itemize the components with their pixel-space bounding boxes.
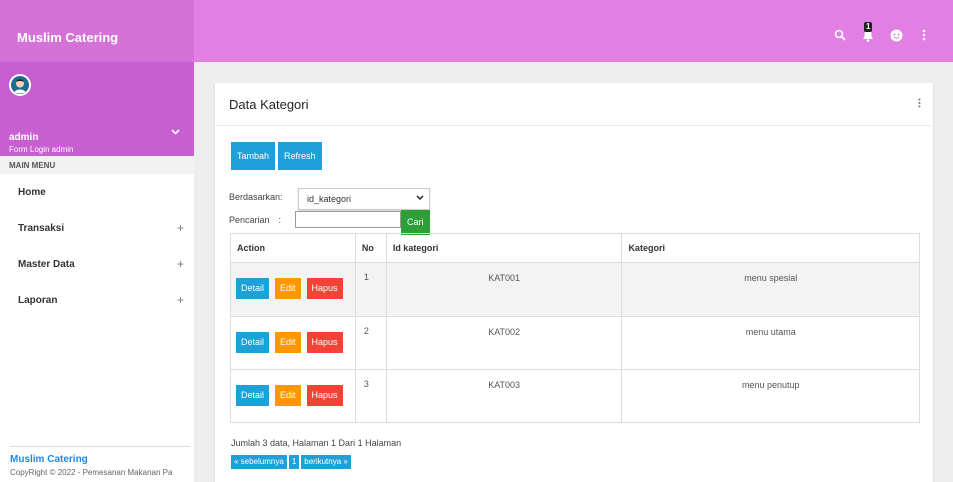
- sidebar-item-laporan[interactable]: Laporan +: [0, 282, 194, 318]
- card-header: Data Kategori: [215, 83, 933, 126]
- filter-field-select[interactable]: id_kategori: [298, 188, 430, 210]
- sidebar-item-master-data[interactable]: Master Data +: [0, 246, 194, 282]
- column-header: No: [354, 233, 387, 263]
- column-header: Action: [230, 233, 356, 263]
- row-id: KAT002: [385, 316, 623, 370]
- footer-copyright: CopyRight © 2022 - Pemesanan Makanan Pa: [10, 468, 173, 477]
- filter-selected-option: id_kategori: [307, 194, 352, 204]
- detail-button[interactable]: Detail: [236, 385, 270, 406]
- row-number: 2: [354, 316, 387, 370]
- detail-button[interactable]: Detail: [236, 278, 270, 299]
- user-panel: admin Form Login admin: [0, 62, 194, 156]
- user-role: Form Login admin: [9, 145, 74, 154]
- sidebar-item-label: Transaksi: [18, 222, 65, 234]
- table-row: Detail Edit Hapus 1 KAT001 menu spesial: [230, 262, 920, 317]
- row-id: KAT003: [385, 369, 623, 423]
- delete-button[interactable]: Hapus: [306, 332, 343, 353]
- search-icon[interactable]: [833, 28, 847, 42]
- toolbar: Tambah Refresh: [231, 142, 322, 170]
- search-input[interactable]: [295, 211, 401, 228]
- row-number: 1: [354, 262, 387, 317]
- table-header-row: Action No Id kategori Kategori: [230, 233, 920, 263]
- chevron-down-icon[interactable]: [171, 127, 180, 138]
- notification-badge: 1: [864, 22, 873, 32]
- bell-icon[interactable]: 1: [861, 22, 875, 42]
- sidebar-item-home[interactable]: Home: [0, 174, 194, 210]
- kategori-table: Action No Id kategori Kategori Detail Edi…: [230, 233, 920, 423]
- table-row: Detail Edit Hapus 2 KAT002 menu utama: [230, 316, 920, 370]
- plus-icon[interactable]: +: [177, 293, 184, 307]
- add-button[interactable]: Tambah: [231, 142, 276, 170]
- row-kategori: menu spesial: [621, 262, 920, 317]
- detail-button[interactable]: Detail: [236, 332, 270, 353]
- sidebar-item-label: Laporan: [18, 294, 58, 306]
- next-page-button[interactable]: berikutnya »: [301, 455, 351, 469]
- plus-icon[interactable]: +: [177, 221, 184, 235]
- footer-brand-link[interactable]: Muslim Catering: [10, 454, 190, 465]
- sidebar-item-label: Master Data: [18, 258, 75, 270]
- pagination-info: Jumlah 3 data, Halaman 1 Dari 1 Halaman: [231, 438, 402, 448]
- content-card: Data Kategori Tambah Refresh Berdasarkan…: [215, 83, 933, 482]
- user-name: admin: [9, 132, 39, 143]
- action-cell: Detail Edit Hapus: [230, 262, 356, 317]
- plus-icon[interactable]: +: [177, 257, 184, 271]
- pagination: « sebelumnya 1 berikutnya »: [231, 455, 351, 469]
- navbar-icons: 1: [833, 22, 931, 42]
- column-header: Kategori: [621, 233, 920, 263]
- action-cell: Detail Edit Hapus: [230, 369, 356, 423]
- prev-page-button[interactable]: « sebelumnya: [231, 455, 287, 469]
- filter-by-label: Berdasarkan:: [229, 192, 283, 202]
- sidebar-footer: Muslim Catering CopyRight © 2022 - Pemes…: [10, 446, 190, 482]
- table-row: Detail Edit Hapus 3 KAT003 menu penutup: [230, 369, 920, 423]
- user-avatar-icon[interactable]: [9, 74, 31, 96]
- page-title: Data Kategori: [229, 96, 309, 112]
- delete-button[interactable]: Hapus: [306, 278, 343, 299]
- refresh-button[interactable]: Refresh: [278, 142, 322, 170]
- sidebar-item-label: Home: [18, 186, 46, 198]
- brand-title[interactable]: Muslim Catering: [0, 0, 194, 62]
- more-vertical-icon[interactable]: [917, 28, 931, 42]
- sidebar-item-transaksi[interactable]: Transaksi +: [0, 210, 194, 246]
- delete-button[interactable]: Hapus: [306, 385, 343, 406]
- column-header: Id kategori: [385, 233, 623, 263]
- row-number: 3: [354, 369, 387, 423]
- top-navbar: Muslim Catering 1: [0, 0, 953, 62]
- menu-section-title: MAIN MENU: [0, 156, 194, 174]
- row-id: KAT001: [385, 262, 623, 317]
- row-kategori: menu penutup: [621, 369, 920, 423]
- emoji-icon[interactable]: [889, 28, 903, 42]
- chevron-down-icon: [416, 193, 424, 203]
- search-button[interactable]: Cari: [401, 210, 430, 235]
- edit-button[interactable]: Edit: [275, 385, 301, 406]
- card-menu-icon[interactable]: [918, 98, 921, 111]
- action-cell: Detail Edit Hapus: [230, 316, 356, 370]
- edit-button[interactable]: Edit: [275, 278, 301, 299]
- page-number-button[interactable]: 1: [288, 455, 300, 469]
- search-label: Pencarian:: [229, 215, 282, 225]
- sidebar: admin Form Login admin MAIN MENU Home Tr…: [0, 62, 194, 482]
- edit-button[interactable]: Edit: [275, 332, 301, 353]
- row-kategori: menu utama: [621, 316, 920, 370]
